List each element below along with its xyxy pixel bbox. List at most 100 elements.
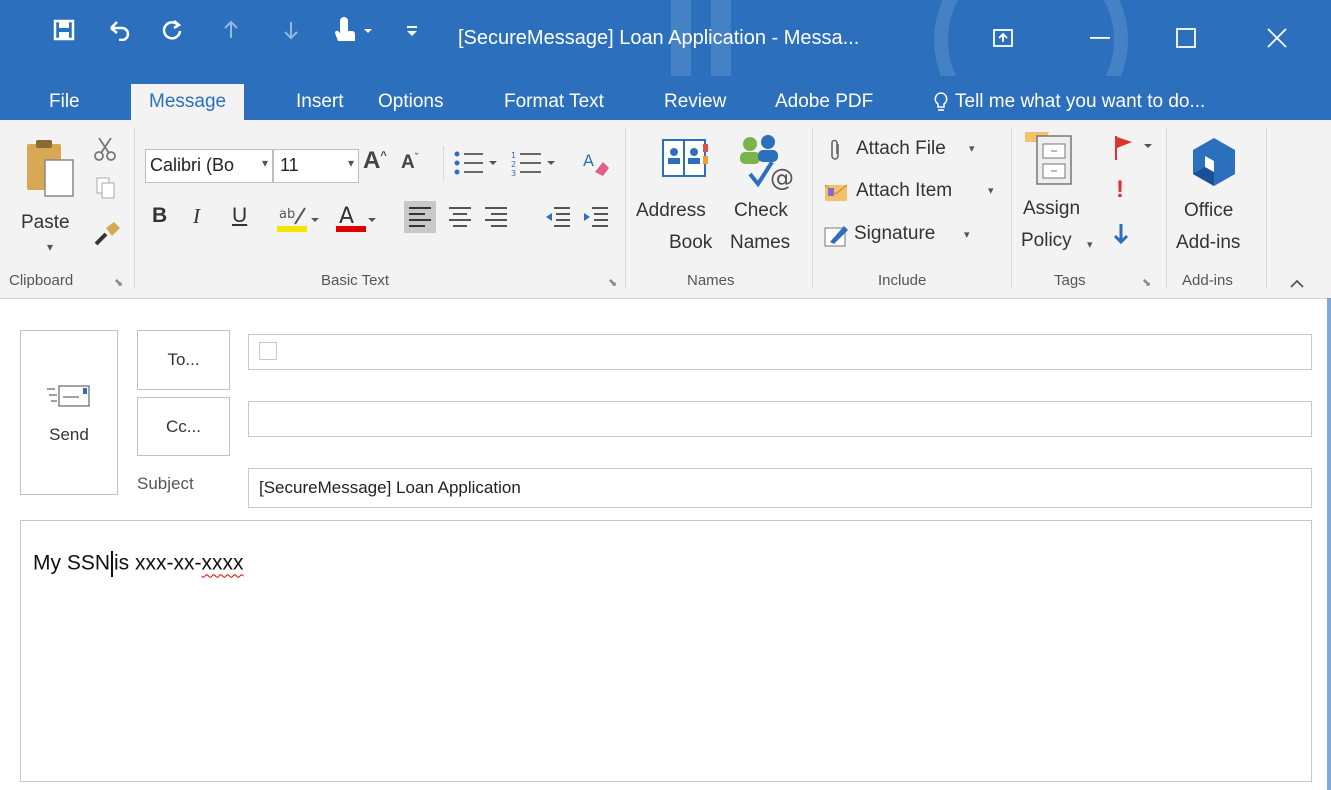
assign-policy-button[interactable]: Assign Policy ▾: [1017, 128, 1103, 268]
low-importance-icon[interactable]: [1112, 222, 1130, 251]
increase-indent-icon[interactable]: [580, 201, 612, 238]
italic-button[interactable]: I: [193, 204, 200, 229]
decrease-indent-icon[interactable]: [542, 201, 574, 238]
tab-format-text[interactable]: Format Text: [504, 84, 604, 120]
paperclip-icon: [831, 139, 839, 160]
include-group-label: Include: [878, 272, 927, 289]
attach-file-dropdown-icon: ▾: [969, 143, 975, 155]
clipboard-group-label: Clipboard: [9, 272, 74, 289]
address-book-button[interactable]: Address Book: [633, 130, 725, 268]
high-importance-icon[interactable]: !: [1116, 176, 1124, 204]
paste-dropdown-icon[interactable]: ▾: [47, 240, 53, 254]
minimize-icon[interactable]: [1080, 18, 1120, 58]
misspelled-word: xxxx: [201, 551, 244, 575]
svg-text:ab: ab: [279, 207, 295, 222]
bullets-icon[interactable]: [453, 149, 499, 182]
down-arrow-icon[interactable]: [275, 16, 307, 44]
tags-group-label: Tags: [1054, 272, 1086, 289]
close-icon[interactable]: [1257, 18, 1297, 58]
follow-up-button[interactable]: [1112, 134, 1156, 162]
assign-policy-label-1: Assign: [1023, 198, 1081, 219]
align-right-icon[interactable]: [480, 201, 512, 238]
customize-toolbar-icon[interactable]: [400, 16, 424, 44]
subject-label: Subject: [137, 474, 194, 493]
cc-button[interactable]: Cc...: [137, 397, 230, 456]
names-group-label: Names: [687, 272, 735, 289]
svg-text:1: 1: [511, 151, 516, 160]
tab-message[interactable]: Message: [131, 84, 245, 120]
cut-icon[interactable]: [93, 136, 117, 167]
svg-text:A: A: [339, 204, 354, 229]
body-text-after-cursor: is xxx-xx-: [114, 551, 202, 575]
check-names-label-1: Check: [734, 200, 788, 221]
tab-options[interactable]: Options: [378, 84, 443, 120]
signature-button[interactable]: Signature ▾: [822, 220, 982, 252]
check-names-label-2: Names: [730, 232, 791, 253]
tab-insert[interactable]: Insert: [296, 84, 344, 120]
tell-me-search[interactable]: Tell me what you want to do...: [933, 84, 1205, 120]
maximize-icon[interactable]: [1166, 18, 1206, 58]
bold-button[interactable]: B: [152, 204, 167, 228]
ribbon-display-options-icon[interactable]: [983, 18, 1023, 58]
basic-text-launcher-icon[interactable]: ⬊: [608, 276, 617, 289]
grow-font-icon[interactable]: A^: [363, 147, 387, 175]
shrink-font-icon[interactable]: Aˇ: [401, 152, 418, 174]
save-icon[interactable]: [48, 16, 80, 44]
to-field[interactable]: [248, 334, 1312, 370]
send-button[interactable]: Send: [20, 330, 118, 495]
tags-launcher-icon[interactable]: ⬊: [1142, 276, 1151, 289]
paste-label: Paste: [21, 212, 70, 233]
attach-file-button[interactable]: Attach File ▾: [826, 136, 986, 166]
tab-adobe-pdf[interactable]: Adobe PDF: [775, 84, 873, 120]
undo-icon[interactable]: [103, 16, 135, 44]
address-book-label-2: Book: [669, 232, 713, 253]
copy-icon[interactable]: [95, 176, 117, 205]
assign-policy-label-2: Policy: [1021, 230, 1072, 251]
to-field-checkbox-icon: [259, 342, 277, 360]
tell-me-text: Tell me what you want to do...: [955, 91, 1206, 112]
clipboard-launcher-icon[interactable]: ⬊: [114, 276, 123, 289]
send-icon: [47, 384, 90, 407]
address-book-label-1: Address: [636, 200, 706, 221]
separator: [1266, 128, 1267, 288]
message-body[interactable]: My SSN is xxx-xx-xxxx: [20, 520, 1312, 782]
paste-icon: [27, 140, 74, 197]
separator: [443, 146, 444, 180]
message-body-text: My SSN is xxx-xx-xxxx: [33, 551, 244, 577]
font-name-dropdown-icon: ▾: [261, 156, 268, 170]
format-painter-icon[interactable]: [92, 218, 122, 253]
font-name-select[interactable]: Calibri (Bo ▾: [145, 149, 273, 183]
font-size-value: 11: [280, 155, 299, 175]
subject-field[interactable]: [SecureMessage] Loan Application: [248, 468, 1312, 508]
office-addins-label-1: Office: [1184, 200, 1234, 221]
cc-field[interactable]: [248, 401, 1312, 437]
send-label: Send: [49, 424, 89, 444]
check-names-button[interactable]: @ Check Names: [730, 130, 804, 268]
collapse-ribbon-icon[interactable]: [1289, 276, 1305, 294]
title-bar: [SecureMessage] Loan Application - Messa…: [0, 0, 1331, 120]
font-size-select[interactable]: 11 ▾: [273, 149, 359, 183]
subject-field-value: [SecureMessage] Loan Application: [259, 478, 521, 497]
clear-formatting-icon[interactable]: A: [581, 148, 611, 183]
numbering-icon[interactable]: 123: [511, 149, 563, 182]
redo-icon[interactable]: [156, 16, 188, 44]
office-addins-button[interactable]: Office Add-ins: [1170, 130, 1262, 268]
touch-mode-icon[interactable]: [328, 16, 380, 44]
svg-text:3: 3: [511, 169, 516, 177]
attach-item-icon: [824, 184, 848, 201]
address-book-icon: [662, 139, 708, 177]
office-addins-icon: [1193, 138, 1235, 186]
highlight-icon[interactable]: ab: [277, 200, 323, 241]
underline-button[interactable]: U: [232, 204, 247, 228]
align-left-icon[interactable]: [404, 201, 436, 238]
ribbon-tabs: File Message Insert Options Format Text …: [0, 76, 1331, 120]
tab-file[interactable]: File: [49, 84, 80, 120]
tab-review[interactable]: Review: [664, 84, 726, 120]
font-color-icon[interactable]: A: [336, 200, 380, 241]
attach-item-button[interactable]: Attach Item ▾: [822, 178, 1006, 208]
align-center-icon[interactable]: [444, 201, 476, 238]
up-arrow-icon[interactable]: [215, 16, 247, 44]
paste-button[interactable]: Paste ▾: [20, 130, 86, 260]
svg-text:2: 2: [511, 160, 516, 169]
to-button[interactable]: To...: [137, 330, 230, 390]
